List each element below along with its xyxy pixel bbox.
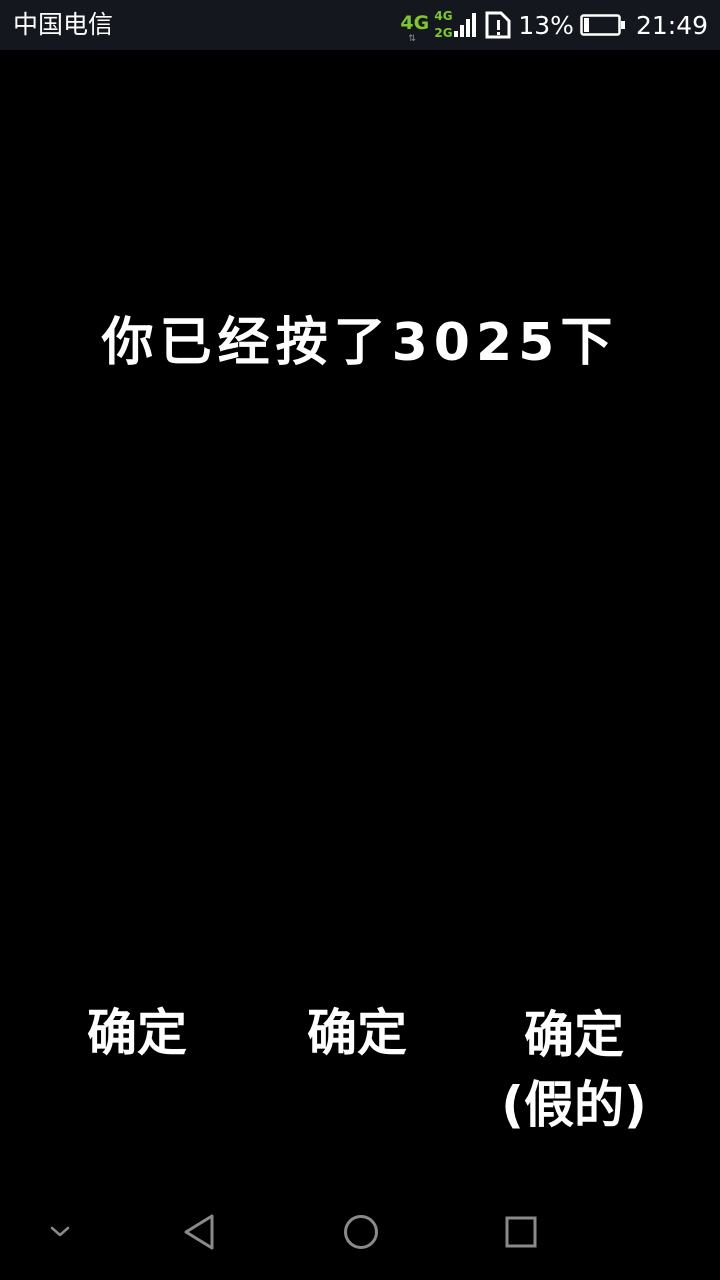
signal-4g-label: 4G [434,9,453,23]
confirm-fake-label: 确定 [524,1006,624,1064]
signal-bars-icon [454,13,477,37]
chevron-down-icon [50,1226,70,1237]
signal-strength-icon: 4G 2G [434,5,478,45]
navigation-bar [0,1184,720,1280]
nav-back-button[interactable] [165,1184,235,1280]
network-4g-icon: 4G ⇅ [400,8,430,44]
confirm-button-2[interactable]: 确定 [282,1003,432,1063]
battery-percent: 13% [518,10,574,40]
nav-recents-button[interactable] [486,1184,556,1280]
data-arrows-icon: ⇅ [408,34,416,44]
confirm-fake-sublabel: (假的) [501,1076,647,1134]
signal-2g-label: 2G [434,26,453,40]
battery-icon [580,14,625,36]
status-bar: 中国电信 4G ⇅ 4G 2G 13% 21:49 [0,0,720,50]
recents-icon [505,1216,537,1248]
nav-hide-button[interactable] [30,1184,90,1280]
network-4g-label: 4G [400,12,430,34]
home-icon [344,1215,378,1249]
press-counter-text: 你已经按了3025下 [101,313,619,373]
carrier-name: 中国电信 [13,10,114,39]
confirm-button-1[interactable]: 确定 [62,1003,212,1063]
back-icon [184,1214,214,1250]
clock: 21:49 [635,10,708,40]
status-icons: 4G ⇅ 4G 2G 13% 21:49 [400,0,708,50]
sim-card-alert-icon [485,11,511,39]
confirm-button-fake[interactable]: 确定 (假的) [474,1005,674,1135]
nav-home-button[interactable] [326,1184,396,1280]
